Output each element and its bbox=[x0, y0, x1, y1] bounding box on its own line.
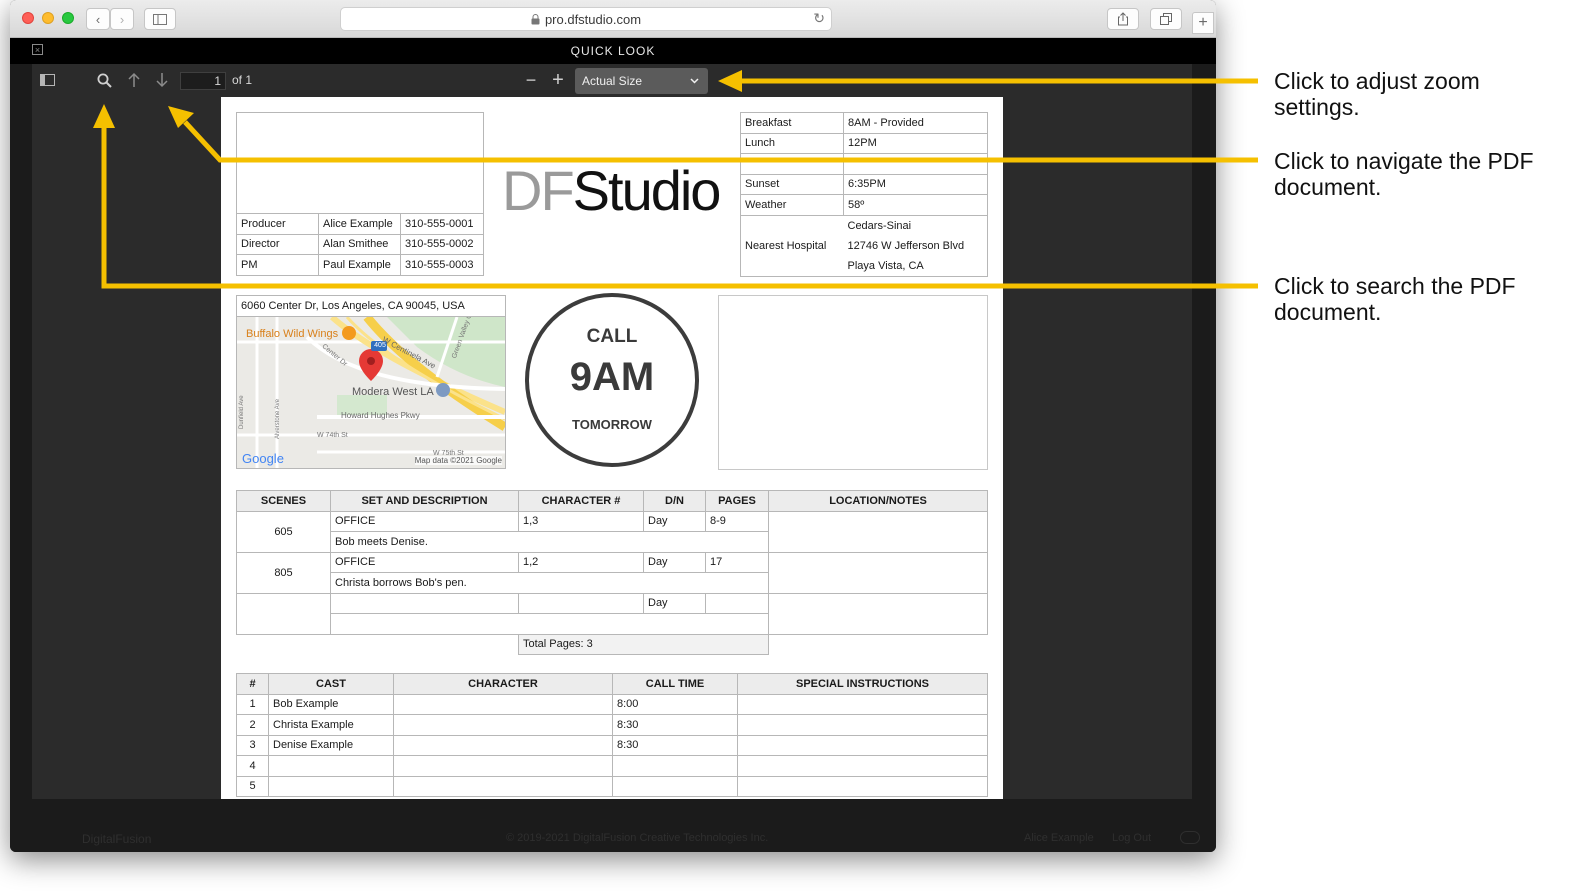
annotation-search: Click to search the PDF document. bbox=[1274, 273, 1516, 325]
navigate-arrow-line bbox=[183, 120, 1258, 163]
search-arrow-line bbox=[101, 124, 1258, 289]
search-arrowhead bbox=[93, 104, 115, 128]
annotation-zoom: Click to adjust zoom settings. bbox=[1274, 68, 1480, 120]
zoom-arrowhead bbox=[718, 70, 742, 92]
annotation-arrows bbox=[93, 70, 1258, 289]
annotation-navigate: Click to navigate the PDF document. bbox=[1274, 148, 1534, 200]
